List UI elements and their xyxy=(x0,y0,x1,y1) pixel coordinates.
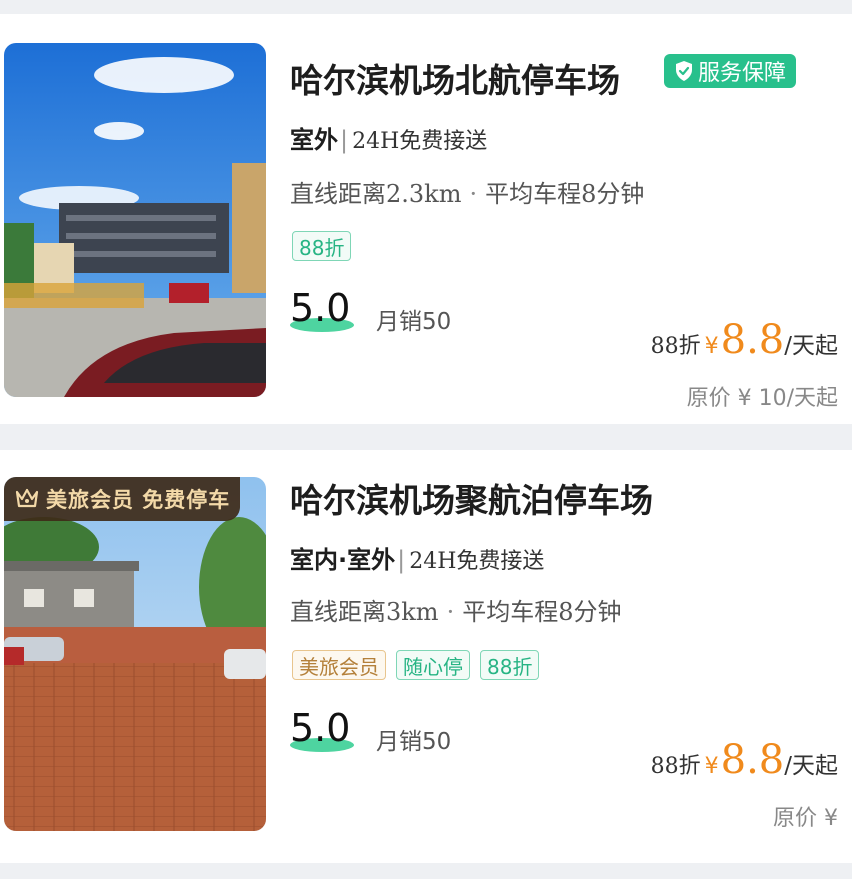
parking-card-2[interactable]: 美旅会员 免费停车 哈尔滨机场聚航泊停车场 室内·室外| 24H免费接送 直线距离… xyxy=(0,450,852,863)
rating-score: 5.0 xyxy=(290,706,354,752)
rating-block: 5.0 xyxy=(290,286,354,332)
parking-lot-image xyxy=(4,477,266,831)
guarantee-label: 服务保障 xyxy=(697,61,786,86)
parking-lot-image xyxy=(4,43,266,397)
distance-line: 直线距离2.3km · 平均车程8分钟 xyxy=(290,174,644,209)
straight-distance: 直线距离2.3km xyxy=(290,180,462,208)
rating-score: 5.0 xyxy=(290,286,354,332)
rating-value: 5.0 xyxy=(290,286,351,330)
parking-type-line: 室内·室外| 24H免费接送 xyxy=(290,540,544,575)
discount-tag: 88折 xyxy=(480,650,540,680)
member-free-parking-badge: 美旅会员 免费停车 xyxy=(4,477,240,521)
currency-symbol: ¥ xyxy=(704,334,719,359)
shuttle-service: 24H免费接送 xyxy=(352,129,488,154)
price-amount: 8.8 xyxy=(720,317,785,363)
parking-title[interactable]: 哈尔滨机场聚航泊停车场 xyxy=(290,474,653,522)
parking-card-1[interactable]: 哈尔滨机场北航停车场 服务保障 室外| 24H免费接送 直线距离2.3km · 平均车… xyxy=(0,14,852,424)
price-unit: /天起 xyxy=(784,333,838,359)
crown-icon xyxy=(15,488,39,508)
dot-separator: · xyxy=(469,180,478,208)
discount-tag: 88折 xyxy=(292,231,352,261)
flexible-parking-tag: 随心停 xyxy=(396,650,470,680)
shield-check-icon xyxy=(675,61,692,81)
monthly-sales: 月销50 xyxy=(376,309,452,335)
price-line: 88折 ¥ 8.8 /天起 xyxy=(651,317,838,363)
parking-type-line: 室外| 24H免费接送 xyxy=(290,120,487,155)
discount-label: 88折 xyxy=(650,754,701,779)
rating-value: 5.0 xyxy=(290,706,351,750)
drive-time: 平均车程8分钟 xyxy=(485,180,645,208)
price-amount: 8.8 xyxy=(720,737,785,783)
currency-symbol: ¥ xyxy=(704,754,719,779)
parking-photo-2[interactable]: 美旅会员 免费停车 xyxy=(4,477,266,831)
original-price: 原价 ¥ 10/天起 xyxy=(686,386,838,411)
service-guarantee-badge: 服务保障 xyxy=(664,54,796,88)
tag-list: 88折 xyxy=(292,231,352,261)
distance-line: 直线距离3km · 平均车程8分钟 xyxy=(290,592,622,627)
monthly-sales: 月销50 xyxy=(376,729,452,755)
straight-distance: 直线距离3km xyxy=(290,598,439,626)
price-line: 88折 ¥ 8.8 /天起 xyxy=(651,737,838,783)
parking-photo-1[interactable] xyxy=(4,43,266,397)
parking-type: 室内·室外 xyxy=(290,546,396,574)
rating-block: 5.0 xyxy=(290,706,354,752)
member-tag: 美旅会员 xyxy=(292,650,386,680)
tag-list: 美旅会员 随心停 88折 xyxy=(292,650,540,680)
dot-separator: · xyxy=(446,598,455,626)
parking-type: 室外 xyxy=(290,126,338,154)
shuttle-service: 24H免费接送 xyxy=(409,549,545,574)
drive-time: 平均车程8分钟 xyxy=(462,598,622,626)
parking-title[interactable]: 哈尔滨机场北航停车场 xyxy=(290,54,620,102)
price-unit: /天起 xyxy=(784,753,838,779)
separator: | xyxy=(340,126,349,154)
member-badge-label: 美旅会员 免费停车 xyxy=(46,488,231,512)
original-price: 原价 ¥ xyxy=(773,806,838,831)
separator: | xyxy=(397,546,406,574)
discount-label: 88折 xyxy=(650,334,701,359)
